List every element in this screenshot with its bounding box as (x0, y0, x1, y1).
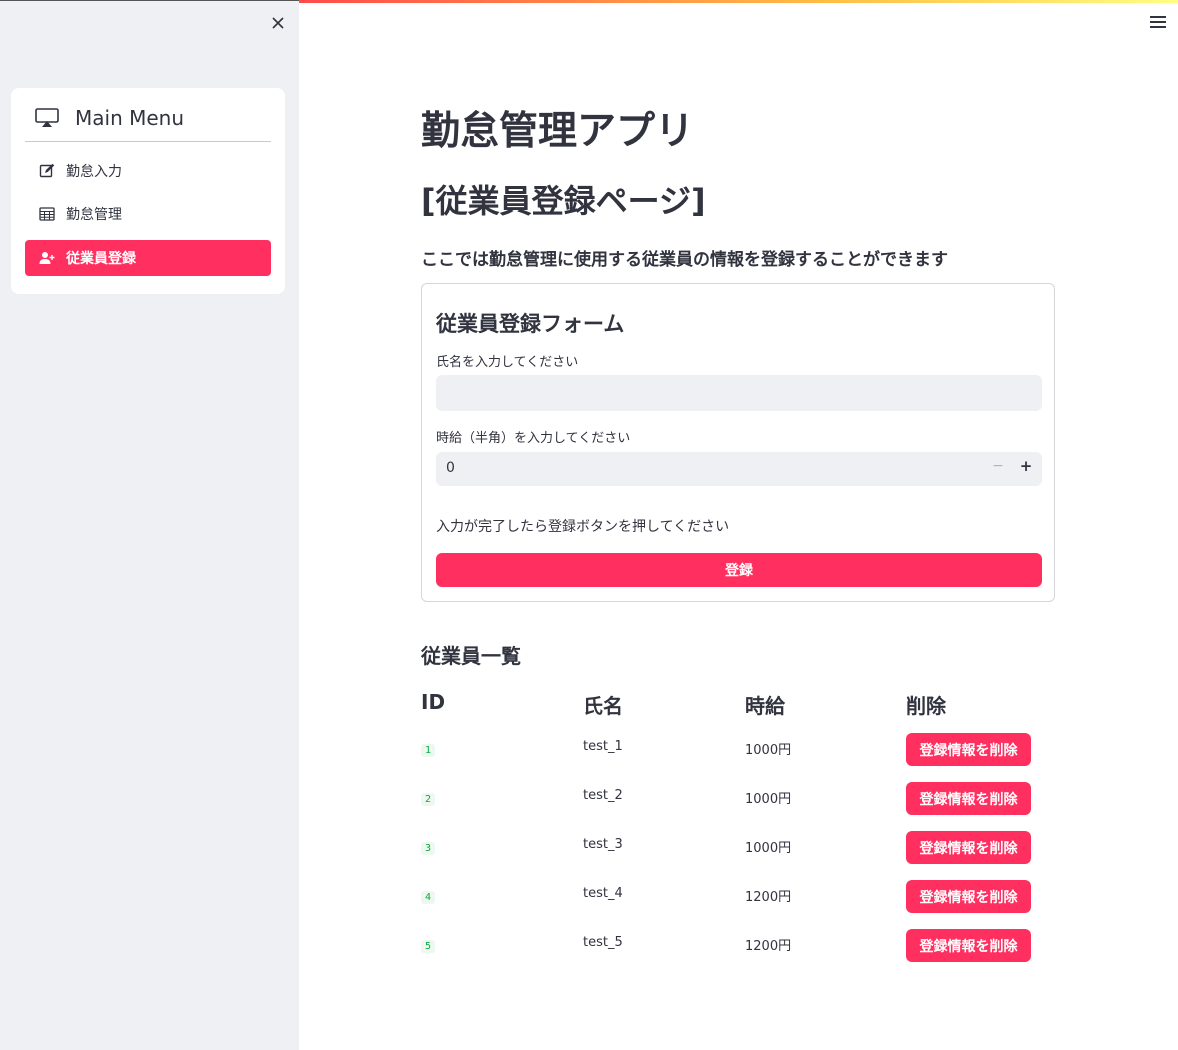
table-row: 2 test_2 1000円 登録情報を削除 (421, 782, 1055, 822)
employee-id: 3 (421, 842, 436, 855)
top-decoration-bar (299, 0, 1178, 3)
register-button[interactable]: 登録 (436, 553, 1042, 587)
employee-registration-form: 従業員登録フォーム 氏名を入力してください 時給（半角）を入力してください 0 … (421, 283, 1055, 602)
employee-id: 2 (421, 793, 436, 806)
delete-button[interactable]: 登録情報を削除 (906, 831, 1031, 864)
employee-id: 4 (421, 891, 436, 904)
delete-button[interactable]: 登録情報を削除 (906, 733, 1031, 766)
employee-wage: 1200円 (745, 890, 792, 905)
delete-button[interactable]: 登録情報を削除 (906, 880, 1031, 913)
column-header-delete: 削除 (906, 694, 946, 718)
sidebar-item-label: 勤怠管理 (66, 207, 122, 223)
sidebar-item-label: 勤怠入力 (66, 164, 122, 180)
sidebar-item-attendance-input[interactable]: 勤怠入力 (25, 153, 271, 189)
table-row: 1 test_1 1000円 登録情報を削除 (421, 733, 1055, 773)
hamburger-menu-icon[interactable] (1150, 16, 1166, 30)
form-title: 従業員登録フォーム (436, 312, 625, 336)
column-header-id: ID (421, 690, 446, 714)
page-title: 勤怠管理アプリ (421, 109, 695, 154)
sidebar: Main Menu 勤怠入力 勤怠管理 従業員登録 (0, 0, 299, 1050)
sidebar-item-employee-registration[interactable]: 従業員登録 (25, 240, 271, 276)
employee-id: 5 (421, 940, 436, 953)
sidebar-item-attendance-management[interactable]: 勤怠管理 (25, 196, 271, 232)
delete-button[interactable]: 登録情報を削除 (906, 782, 1031, 815)
table-icon (39, 206, 55, 222)
page-subtitle: [従業員登録ページ] (421, 182, 706, 220)
form-note: 入力が完了したら登録ボタンを押してください (436, 519, 730, 535)
menu-title: Main Menu (75, 106, 185, 130)
employee-wage: 1200円 (745, 939, 792, 954)
decrement-button[interactable]: − (989, 458, 1007, 478)
column-header-name: 氏名 (583, 694, 623, 718)
employee-name: test_1 (583, 739, 623, 754)
employee-id: 1 (421, 744, 436, 757)
sidebar-item-label: 従業員登録 (66, 251, 136, 267)
employee-wage: 1000円 (745, 841, 792, 856)
employee-list-title: 従業員一覧 (421, 644, 521, 668)
pencil-square-icon (39, 163, 55, 179)
close-icon[interactable] (268, 13, 288, 33)
increment-button[interactable]: + (1017, 457, 1035, 477)
table-row: 4 test_4 1200円 登録情報を削除 (421, 880, 1055, 920)
wage-value[interactable]: 0 (446, 460, 455, 476)
employee-name: test_4 (583, 886, 623, 901)
airplay-icon (35, 108, 59, 128)
name-input[interactable] (436, 375, 1042, 411)
wage-field-label: 時給（半角）を入力してください (436, 431, 631, 446)
menu-header: Main Menu (25, 104, 271, 142)
employee-name: test_3 (583, 837, 623, 852)
wage-number-input[interactable]: 0 − + (436, 452, 1042, 486)
table-row: 5 test_5 1200円 登録情報を削除 (421, 929, 1055, 969)
person-plus-icon (39, 250, 55, 266)
main-menu: Main Menu 勤怠入力 勤怠管理 従業員登録 (11, 88, 285, 294)
delete-button[interactable]: 登録情報を削除 (906, 929, 1031, 962)
employee-name: test_2 (583, 788, 623, 803)
employee-wage: 1000円 (745, 792, 792, 807)
column-header-wage: 時給 (745, 694, 785, 718)
page-description: ここでは勤怠管理に使用する従業員の情報を登録することができます (421, 250, 948, 270)
employee-wage: 1000円 (745, 743, 792, 758)
name-field-label: 氏名を入力してください (436, 355, 579, 370)
employee-name: test_5 (583, 935, 623, 950)
table-row: 3 test_3 1000円 登録情報を削除 (421, 831, 1055, 871)
